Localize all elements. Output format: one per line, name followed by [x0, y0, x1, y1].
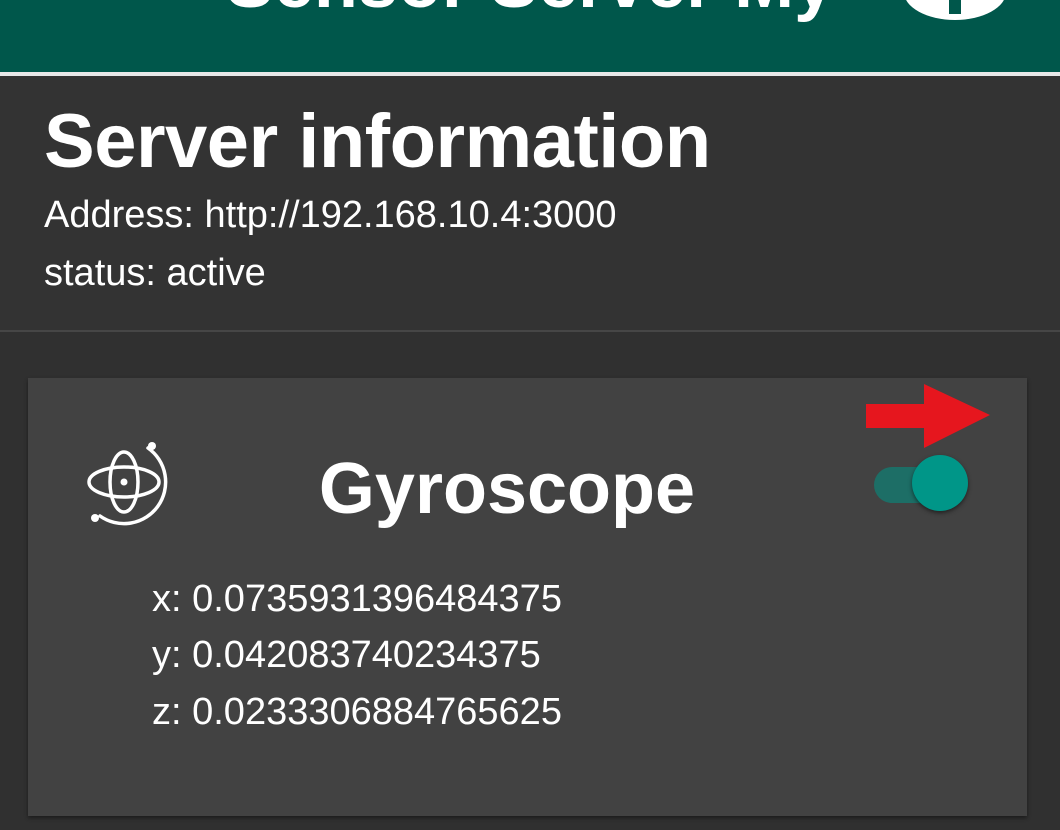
server-info-section: Server information Address: http://192.1… — [0, 76, 1060, 330]
reading-z: z: 0.0233306884765625 — [152, 691, 562, 733]
server-address: Address: http://192.168.10.4:3000 — [44, 194, 617, 236]
server-status: status: active — [44, 252, 266, 294]
section-divider — [0, 330, 1060, 332]
sensor-title: Gyroscope — [318, 449, 696, 529]
toggle-thumb — [912, 455, 968, 511]
reading-x: x: 0.0735931396484375 — [152, 578, 562, 620]
sensor-toggle[interactable] — [872, 453, 968, 511]
app-bar: Sensor Server My — [0, 0, 1060, 72]
server-info-title: Server information — [44, 99, 711, 184]
app-title: Sensor Server My — [0, 0, 1060, 24]
annotation-arrow-icon — [866, 384, 990, 448]
gyroscope-card: Gyroscope x: 0.0735931396484375 y: 0.042… — [28, 378, 1027, 816]
reading-y: y: 0.042083740234375 — [152, 634, 541, 676]
